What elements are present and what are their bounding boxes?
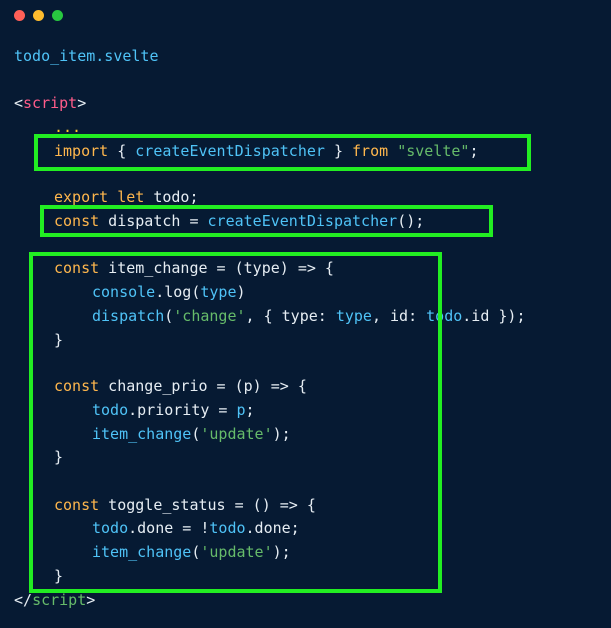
file-name: todo_item.svelte (14, 47, 159, 65)
code-line-export: export let todo; (54, 188, 199, 206)
maximize-window-icon[interactable] (52, 10, 63, 21)
highlight-box-dispatch (40, 205, 493, 237)
tag-bracket: > (86, 591, 96, 609)
tag-name: script (23, 94, 78, 112)
keyword: let (117, 188, 145, 206)
tag-bracket: > (77, 94, 87, 112)
window-controls (14, 10, 63, 21)
tag-bracket: < (14, 94, 24, 112)
minimize-window-icon[interactable] (33, 10, 44, 21)
code-line-script-close: </script> (14, 591, 95, 609)
code-text: todo; (144, 188, 199, 206)
highlight-box-functions (29, 252, 442, 593)
close-window-icon[interactable] (14, 10, 25, 21)
code-window: todo_item.svelte <script> ... import { c… (0, 0, 611, 628)
tag-name: script (32, 591, 87, 609)
code-line-script-open: <script> (14, 94, 86, 112)
code-text: .id }); (462, 307, 526, 325)
keyword: export (54, 188, 109, 206)
highlight-box-import (34, 134, 531, 171)
tag-bracket: </ (14, 591, 33, 609)
